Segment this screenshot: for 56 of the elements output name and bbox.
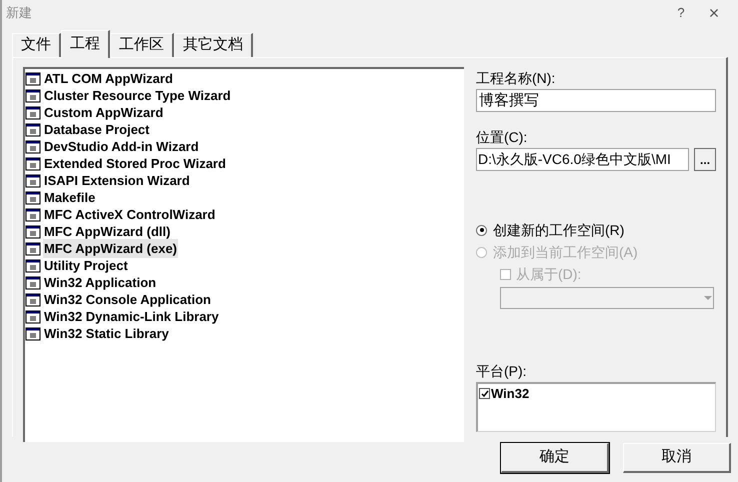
close-button[interactable]: × bbox=[694, 0, 734, 26]
tab[interactable]: 工作区 bbox=[110, 33, 174, 57]
window-icon bbox=[25, 122, 41, 138]
list-item[interactable]: MFC AppWizard (dll) bbox=[43, 222, 172, 242]
window-icon bbox=[25, 156, 41, 172]
list-item[interactable]: Win32 Dynamic-Link Library bbox=[43, 306, 220, 326]
dropdown-caret-icon bbox=[704, 296, 712, 300]
window-icon bbox=[25, 190, 41, 206]
list-item[interactable]: MFC AppWizard (exe) bbox=[43, 238, 178, 258]
window-icon bbox=[25, 240, 41, 256]
window-icon bbox=[25, 70, 41, 86]
platform-label: Win32 bbox=[491, 385, 530, 403]
list-item[interactable]: Makefile bbox=[43, 188, 96, 208]
list-item[interactable]: Database Project bbox=[43, 120, 150, 140]
window-icon bbox=[25, 258, 41, 274]
field-label: 位置(C): bbox=[476, 128, 528, 147]
list-item[interactable]: ATL COM AppWizard bbox=[43, 68, 174, 88]
tab[interactable]: 工程 bbox=[61, 30, 110, 58]
dialog-button[interactable]: 取消 bbox=[623, 443, 731, 473]
window-icon bbox=[25, 104, 41, 120]
window-icon bbox=[25, 274, 41, 290]
list-item[interactable]: Custom AppWizard bbox=[43, 102, 164, 122]
browse-button[interactable]: ... bbox=[694, 148, 716, 171]
window-icon bbox=[25, 326, 41, 342]
list-item[interactable]: Win32 Console Application bbox=[43, 290, 212, 310]
list-item[interactable]: Extended Stored Proc Wizard bbox=[43, 154, 227, 174]
tab[interactable]: 其它文档 bbox=[174, 33, 253, 57]
window-icon bbox=[25, 138, 41, 154]
location-field[interactable]: D:\永久版-VC6.0绿色中文版\MI bbox=[476, 148, 690, 171]
checkbox[interactable] bbox=[479, 388, 490, 400]
field-label: 平台(P): bbox=[476, 362, 528, 381]
list-item[interactable]: ISAPI Extension Wizard bbox=[43, 170, 191, 190]
window-icon bbox=[25, 224, 41, 240]
list-item[interactable]: Win32 Static Library bbox=[43, 324, 170, 344]
list-item[interactable]: Win32 Application bbox=[43, 272, 158, 292]
name-field[interactable]: 博客撰写 bbox=[476, 89, 716, 112]
list-item[interactable]: DevStudio Add-in Wizard bbox=[43, 136, 200, 156]
window-icon bbox=[25, 206, 41, 222]
help-button[interactable]: ? bbox=[668, 3, 694, 23]
window-icon bbox=[25, 308, 41, 324]
field-label: 工程名称(N): bbox=[476, 69, 556, 88]
radio-button[interactable] bbox=[476, 224, 487, 236]
list-item[interactable]: Utility Project bbox=[43, 256, 129, 276]
list-item[interactable]: Cluster Resource Type Wizard bbox=[43, 86, 232, 106]
platform-list[interactable]: Win32 bbox=[476, 382, 716, 432]
checkbox-label: 从属于(D): bbox=[516, 264, 582, 284]
project-type-list[interactable] bbox=[23, 67, 464, 442]
window-icon bbox=[25, 292, 41, 308]
dialog-button[interactable]: 确定 bbox=[501, 443, 609, 473]
option-label: 创建新的工作空间(R) bbox=[493, 220, 624, 240]
list-item[interactable]: MFC ActiveX ControlWizard bbox=[43, 204, 216, 224]
window-title: 新建 bbox=[6, 4, 32, 22]
option-label: 添加到当前工作空间(A) bbox=[493, 242, 638, 262]
window-icon bbox=[25, 88, 41, 104]
tab[interactable]: 文件 bbox=[12, 33, 61, 57]
window-icon bbox=[25, 172, 41, 188]
